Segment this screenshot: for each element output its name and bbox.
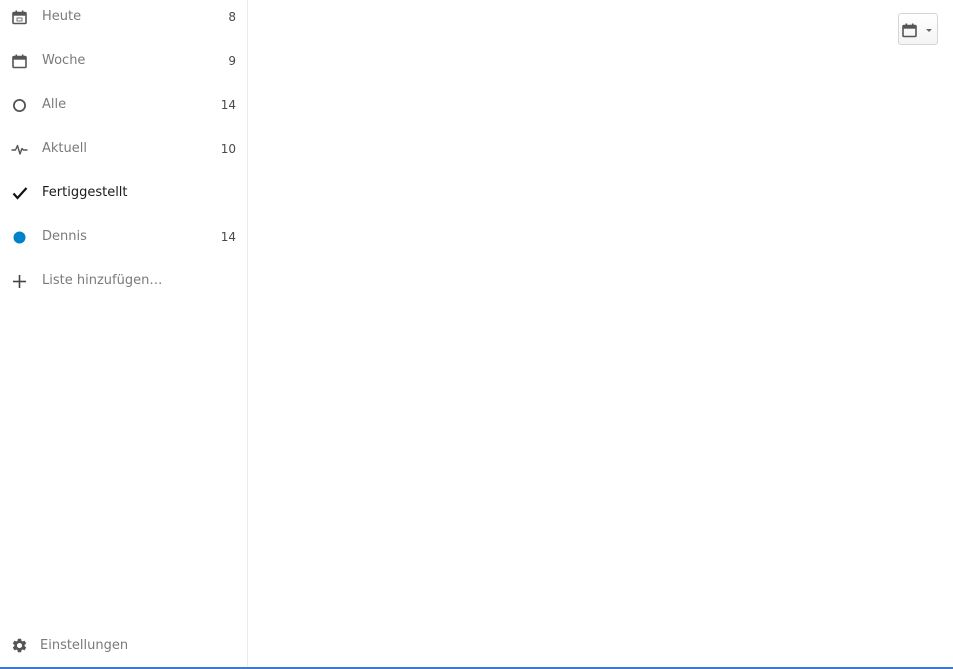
- settings-button[interactable]: Einstellungen: [0, 624, 247, 668]
- sidebar-item-aktuell[interactable]: Aktuell 10: [0, 127, 247, 171]
- gear-icon: [11, 637, 28, 654]
- add-list-label: Liste hinzufügen…: [42, 273, 163, 288]
- calendar-icon: [902, 23, 917, 38]
- sidebar-item-label: Woche: [42, 53, 86, 68]
- sidebar-item-heute[interactable]: Heute 8: [0, 0, 247, 39]
- app-window: Heute 8 Woche 9 Alle 14 Aktuell 10 Ferti…: [0, 0, 953, 669]
- sidebar-item-woche[interactable]: Woche 9: [0, 39, 247, 83]
- sidebar-item-count: 14: [220, 98, 236, 112]
- sidebar-item-alle[interactable]: Alle 14: [0, 83, 247, 127]
- sidebar-item-label: Heute: [42, 9, 82, 24]
- plus-icon: [11, 273, 28, 290]
- caret-down-icon: [926, 29, 932, 32]
- sidebar-item-label: Fertiggestellt: [42, 185, 128, 200]
- sidebar: Heute 8 Woche 9 Alle 14 Aktuell 10 Ferti…: [0, 0, 248, 667]
- sidebar-item-label: Dennis: [42, 229, 87, 244]
- sidebar-item-dennis[interactable]: Dennis 14: [0, 215, 247, 259]
- sidebar-item-count: 14: [220, 230, 236, 244]
- activity-icon: [11, 141, 28, 158]
- add-list-button[interactable]: Liste hinzufügen…: [0, 259, 247, 303]
- checkmark-icon: [11, 185, 28, 202]
- sidebar-item-count: 8: [228, 10, 236, 24]
- settings-label: Einstellungen: [40, 638, 129, 653]
- calendar-dropdown-button[interactable]: [898, 13, 938, 45]
- sidebar-item-fertiggestellt[interactable]: Fertiggestellt: [0, 171, 247, 215]
- calendar-week-icon: [11, 53, 28, 70]
- sidebar-item-label: Aktuell: [42, 141, 87, 156]
- circle-outline-icon: [11, 97, 28, 114]
- sidebar-item-count: 10: [220, 142, 236, 156]
- sidebar-item-count: 9: [228, 54, 236, 68]
- calendar-today-icon: [11, 9, 28, 26]
- main-content: [248, 0, 953, 667]
- color-dot-icon: [11, 229, 28, 246]
- sidebar-item-label: Alle: [42, 97, 67, 112]
